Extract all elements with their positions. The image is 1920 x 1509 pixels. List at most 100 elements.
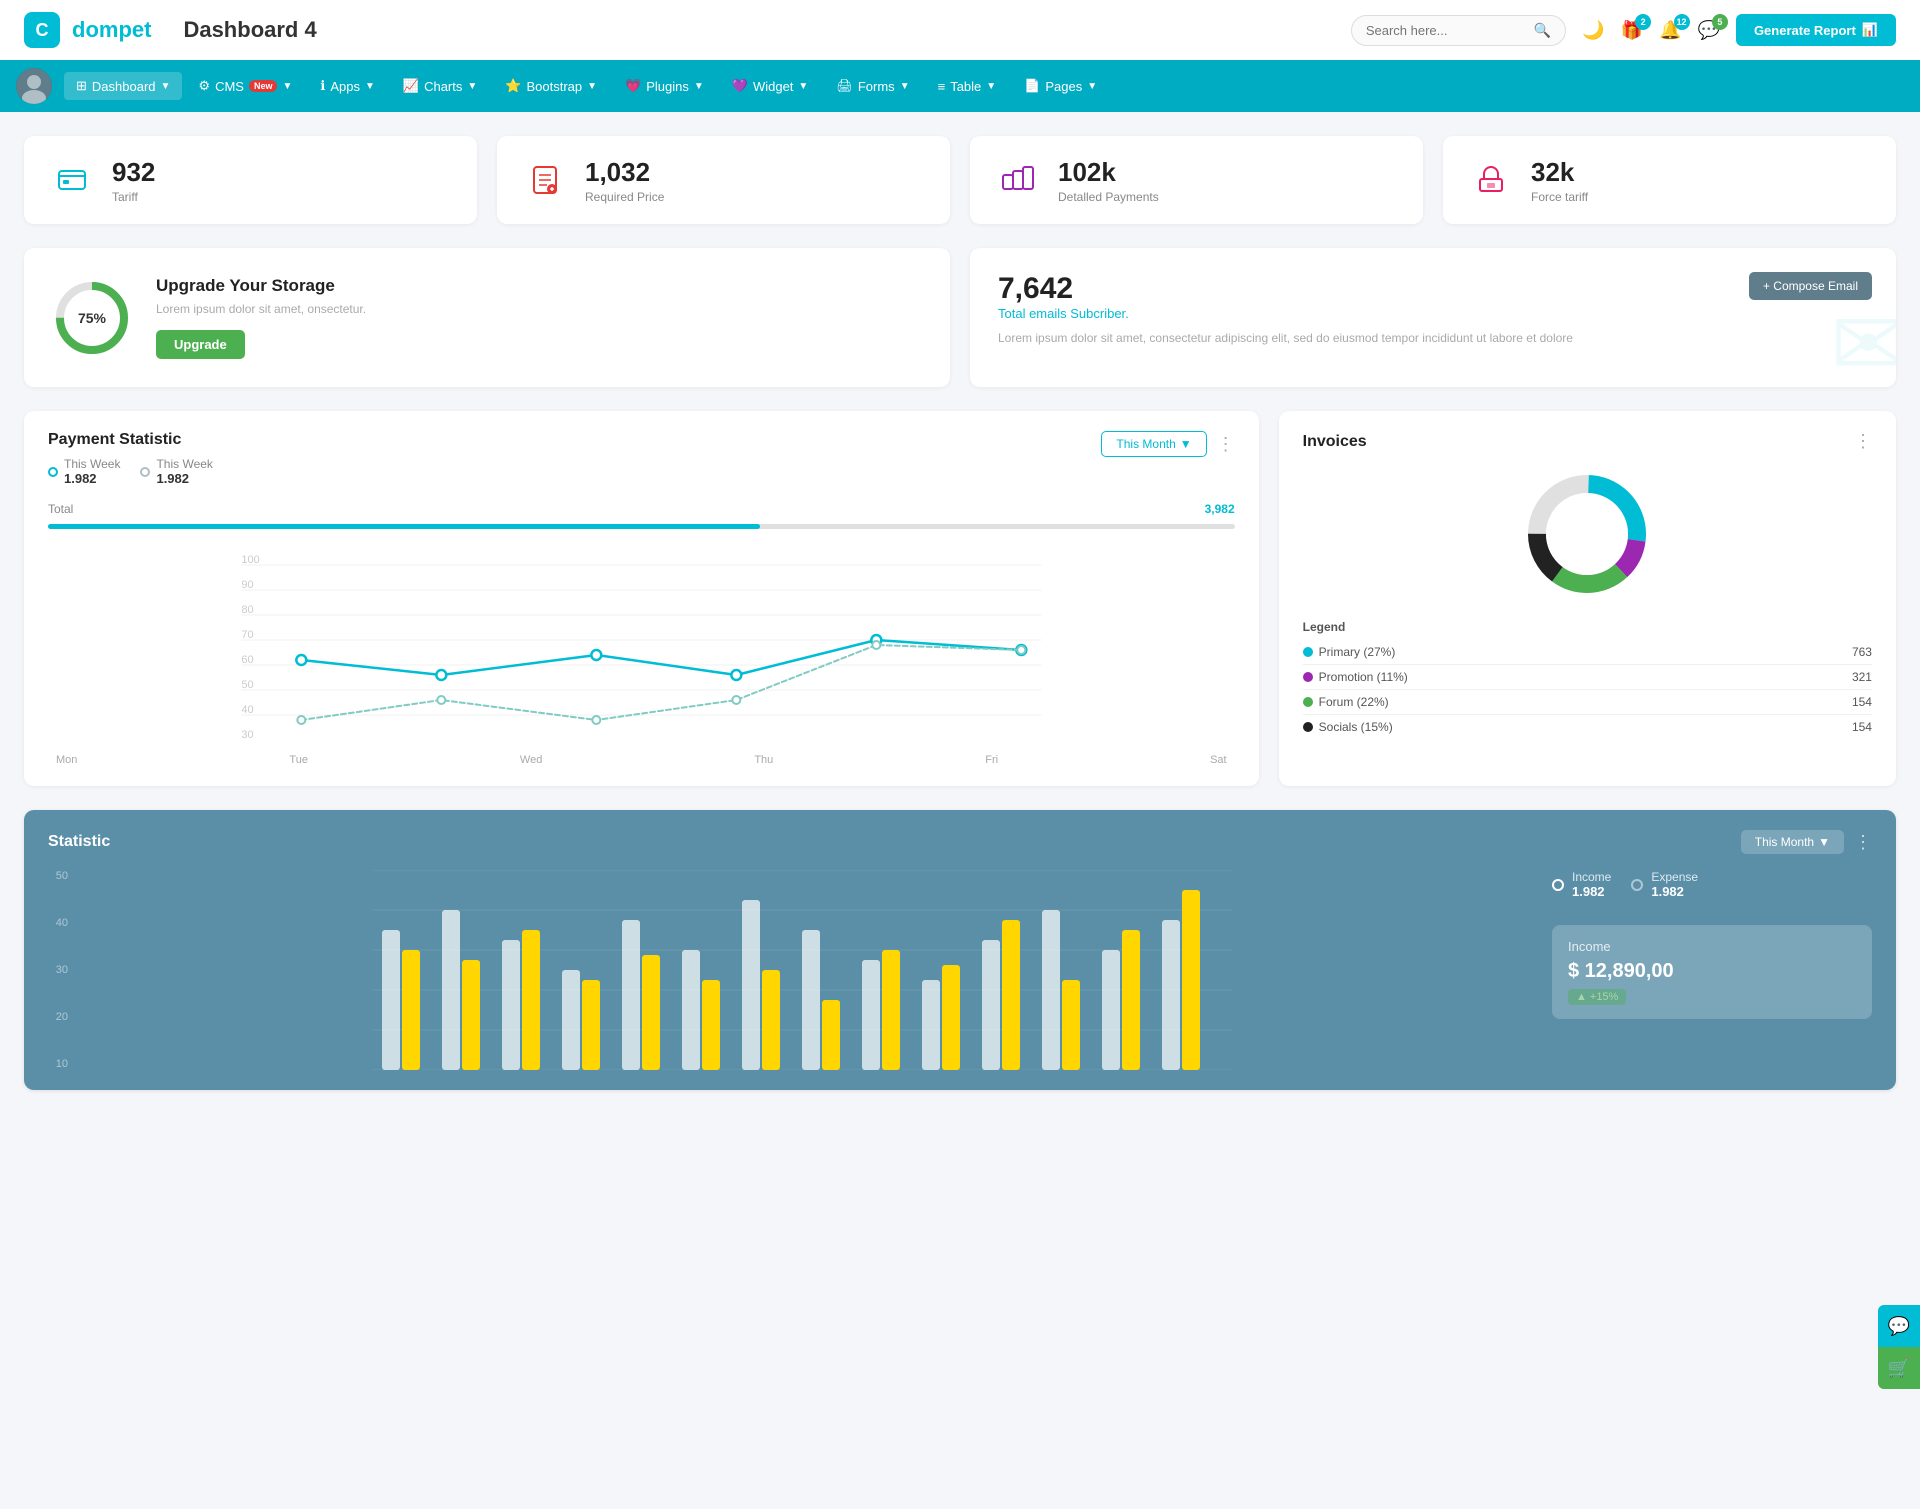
bell-badge: 12 [1674,14,1690,30]
sidebar-item-forms[interactable]: 🖨 Forms ▼ [824,72,921,100]
widget-icon: 💜 [732,78,748,94]
forms-icon: 🖨 [836,78,853,94]
upgrade-button[interactable]: Upgrade [156,330,245,359]
apps-label: Apps [330,79,360,94]
expense-value: 1.982 [1651,884,1698,899]
shop-float-button[interactable]: 🛒 [1878,1347,1920,1389]
x-label-mon: Mon [56,754,77,766]
statistic-bottom-grid: 50 40 30 20 10 [48,870,1872,1070]
statistic-month-button[interactable]: This Month ▼ [1741,830,1844,854]
legend-row-left-forum: Forum (22%) [1303,695,1389,709]
chart-row: Payment Statistic This Week 1.982 [24,411,1896,786]
email-subtitle: Total emails Subcriber. [998,306,1868,321]
bar-chart-area: 50 40 30 20 10 [48,870,1532,1070]
promotion-label: Promotion (11%) [1319,670,1408,684]
income-card-amount: $ 12,890,00 [1568,960,1856,983]
forms-arrow: ▼ [900,81,910,92]
main-content: 932 Tariff 1,032 Required Price 102k Det… [0,112,1920,1114]
bootstrap-arrow: ▼ [587,81,597,92]
sidebar-item-cms[interactable]: ⚙ CMS New ▼ [186,72,304,100]
sidebar-item-dashboard[interactable]: ⊞ Dashboard ▼ [64,72,182,100]
invoice-donut-wrap [1303,464,1872,604]
legend-item-1: This Week 1.982 [48,457,120,486]
sidebar-item-bootstrap[interactable]: ⭐ Bootstrap ▼ [493,72,609,100]
total-bar-header: Total 3,982 [48,502,1235,516]
gift-icon-btn[interactable]: 🎁 2 [1621,20,1643,41]
force-tariff-label: Force tariff [1531,190,1588,204]
storage-donut: 75% [52,278,132,358]
x-axis-labels: Mon Tue Wed Thu Fri Sat [48,754,1235,766]
invoice-legend-promotion: Promotion (11%) 321 [1303,665,1872,690]
this-month-button[interactable]: This Month ▼ [1101,431,1206,457]
bell-icon-btn[interactable]: 🔔 12 [1659,20,1681,41]
y-label-20: 20 [48,1011,68,1023]
apps-icon: ℹ [320,78,325,94]
legend-section-title: Legend [1303,620,1872,634]
more-options-icon[interactable]: ⋮ [1217,434,1235,455]
widget-label: Widget [753,79,793,94]
total-bar-track [48,524,1235,529]
search-box[interactable]: 🔍 [1351,15,1566,46]
storage-title: Upgrade Your Storage [156,276,366,296]
payment-chart-left: Payment Statistic This Week 1.982 [48,431,213,486]
header-right: 🔍 🌙 🎁 2 🔔 12 💬 5 Generate Report 📊 [1351,14,1896,46]
sidebar-item-pages[interactable]: 📄 Pages ▼ [1012,72,1109,100]
income-info: Income 1.982 [1572,870,1611,899]
statistic-more-icon[interactable]: ⋮ [1854,832,1872,853]
sidebar-item-apps[interactable]: ℹ Apps ▼ [308,72,387,100]
search-icon: 🔍 [1534,22,1551,39]
invoice-legend-socials: Socials (15%) 154 [1303,715,1872,739]
header: C dompet Dashboard 4 🔍 🌙 🎁 2 🔔 12 💬 5 Ge… [0,0,1920,60]
invoice-legend-forum: Forum (22%) 154 [1303,690,1872,715]
search-input[interactable] [1366,23,1526,38]
generate-report-button[interactable]: Generate Report 📊 [1736,14,1896,46]
total-value: 3,982 [1205,502,1235,516]
expense-item: Expense 1.982 [1631,870,1698,899]
table-icon: ≡ [938,79,946,94]
force-tariff-info: 32k Force tariff [1531,157,1588,204]
pages-arrow: ▼ [1087,81,1097,92]
legend-label-2: This Week 1.982 [156,457,212,486]
sidebar-item-widget[interactable]: 💜 Widget ▼ [720,72,821,100]
chat-float-button[interactable]: 💬 [1878,1305,1920,1347]
x-label-wed: Wed [520,754,542,766]
stat-cards-grid: 932 Tariff 1,032 Required Price 102k Det… [24,136,1896,224]
socials-value: 154 [1852,720,1872,734]
socials-label: Socials (15%) [1319,720,1393,734]
y-label-40: 40 [48,917,68,929]
charts-icon: 📈 [403,78,419,94]
y-label-30: 30 [48,964,68,976]
chevron-down-icon: ▼ [1180,437,1192,451]
arrow-up-icon: ▲ [1576,991,1587,1003]
bar-y-axis: 50 40 30 20 10 [48,870,72,1070]
chat-icon-btn[interactable]: 💬 5 [1698,20,1720,41]
forum-color-dot [1303,697,1313,707]
stat-card-force-tariff: 32k Force tariff [1443,136,1896,224]
email-count: 7,642 [998,272,1868,306]
charts-label: Charts [424,79,462,94]
cms-icon: ⚙ [198,78,210,94]
invoice-more-icon[interactable]: ⋮ [1854,431,1872,452]
invoices-card: Invoices ⋮ Lege [1279,411,1896,786]
x-label-sat: Sat [1210,754,1227,766]
force-tariff-icon [1467,156,1515,204]
sidebar-item-plugins[interactable]: 💗 Plugins ▼ [613,72,716,100]
detailed-payments-info: 102k Detalled Payments [1058,157,1159,204]
middle-row: 75% Upgrade Your Storage Lorem ipsum dol… [24,248,1896,387]
statistic-title: Statistic [48,833,110,851]
moon-icon[interactable]: 🌙 [1582,20,1604,41]
stat-card-tariff: 932 Tariff [24,136,477,224]
income-item: Income 1.982 [1552,870,1611,899]
income-expense-panel: Income 1.982 Expense 1.982 Income $ [1552,870,1872,1019]
income-dot [1552,879,1564,891]
sidebar-item-table[interactable]: ≡ Table ▼ [926,73,1009,100]
navbar: ⊞ Dashboard ▼ ⚙ CMS New ▼ ℹ Apps ▼ 📈 Cha… [0,60,1920,112]
apps-arrow: ▼ [365,81,375,92]
cms-arrow: ▼ [282,81,292,92]
plugins-arrow: ▼ [694,81,704,92]
bar-chart-icon: 📊 [1862,22,1878,38]
header-left: C dompet Dashboard 4 [24,12,317,48]
sidebar-item-charts[interactable]: 📈 Charts ▼ [391,72,489,100]
detailed-payments-value: 102k [1058,157,1159,188]
income-value: 1.982 [1572,884,1611,899]
